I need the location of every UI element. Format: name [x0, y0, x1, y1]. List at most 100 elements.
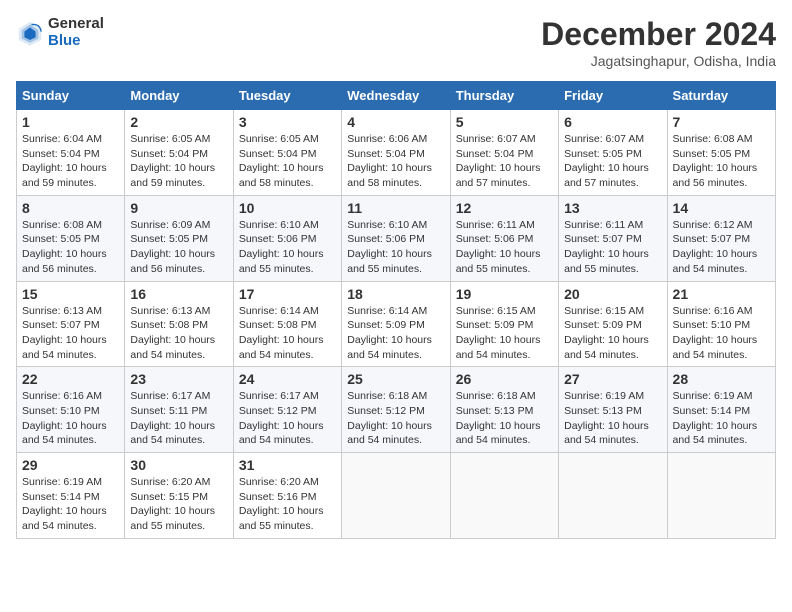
day-number: 18 — [347, 286, 444, 302]
day-info: Sunrise: 6:15 AMSunset: 5:09 PMDaylight:… — [456, 304, 553, 363]
day-number: 16 — [130, 286, 227, 302]
day-info: Sunrise: 6:09 AMSunset: 5:05 PMDaylight:… — [130, 218, 227, 277]
day-info: Sunrise: 6:17 AMSunset: 5:11 PMDaylight:… — [130, 389, 227, 448]
logo-general-text: General — [48, 16, 104, 33]
calendar-cell: 18 Sunrise: 6:14 AMSunset: 5:09 PMDayligh… — [342, 281, 450, 367]
calendar-cell: 28 Sunrise: 6:19 AMSunset: 5:14 PMDayligh… — [667, 367, 775, 453]
day-info: Sunrise: 6:13 AMSunset: 5:08 PMDaylight:… — [130, 304, 227, 363]
day-number: 9 — [130, 200, 227, 216]
day-info: Sunrise: 6:08 AMSunset: 5:05 PMDaylight:… — [22, 218, 119, 277]
day-info: Sunrise: 6:16 AMSunset: 5:10 PMDaylight:… — [22, 389, 119, 448]
day-number: 7 — [673, 114, 770, 130]
calendar-cell: 17Sunrise: 6:14 AMSunset: 5:08 PMDayligh… — [233, 281, 341, 367]
calendar-cell: 16 Sunrise: 6:13 AMSunset: 5:08 PMDayligh… — [125, 281, 233, 367]
calendar-cell: 27 Sunrise: 6:19 AMSunset: 5:13 PMDayligh… — [559, 367, 667, 453]
calendar-cell — [559, 453, 667, 539]
day-number: 14 — [673, 200, 770, 216]
day-info: Sunrise: 6:10 AMSunset: 5:06 PMDaylight:… — [347, 218, 444, 277]
day-number: 20 — [564, 286, 661, 302]
weekday-header-saturday: Saturday — [667, 82, 775, 110]
calendar-cell — [667, 453, 775, 539]
day-number: 1 — [22, 114, 119, 130]
day-info: Sunrise: 6:20 AMSunset: 5:16 PMDaylight:… — [239, 475, 336, 534]
day-number: 15 — [22, 286, 119, 302]
day-info: Sunrise: 6:08 AMSunset: 5:05 PMDaylight:… — [673, 132, 770, 191]
day-info: Sunrise: 6:18 AMSunset: 5:12 PMDaylight:… — [347, 389, 444, 448]
calendar-week-3: 15 Sunrise: 6:13 AMSunset: 5:07 PMDayligh… — [17, 281, 776, 367]
day-info: Sunrise: 6:04 AMSunset: 5:04 PMDaylight:… — [22, 132, 119, 191]
day-info: Sunrise: 6:19 AMSunset: 5:14 PMDaylight:… — [22, 475, 119, 534]
calendar-cell — [342, 453, 450, 539]
calendar-subtitle: Jagatsinghapur, Odisha, India — [541, 53, 776, 69]
day-number: 30 — [130, 457, 227, 473]
calendar-week-5: 29 Sunrise: 6:19 AMSunset: 5:14 PMDayligh… — [17, 453, 776, 539]
day-number: 13 — [564, 200, 661, 216]
calendar-week-2: 8 Sunrise: 6:08 AMSunset: 5:05 PMDaylight… — [17, 195, 776, 281]
calendar-cell: 15 Sunrise: 6:13 AMSunset: 5:07 PMDayligh… — [17, 281, 125, 367]
day-info: Sunrise: 6:05 AMSunset: 5:04 PMDaylight:… — [130, 132, 227, 191]
calendar-cell: 9 Sunrise: 6:09 AMSunset: 5:05 PMDaylight… — [125, 195, 233, 281]
calendar-cell: 6Sunrise: 6:07 AMSunset: 5:05 PMDaylight… — [559, 110, 667, 196]
calendar-cell: 22 Sunrise: 6:16 AMSunset: 5:10 PMDayligh… — [17, 367, 125, 453]
day-info: Sunrise: 6:13 AMSunset: 5:07 PMDaylight:… — [22, 304, 119, 363]
calendar-cell: 12 Sunrise: 6:11 AMSunset: 5:06 PMDayligh… — [450, 195, 558, 281]
day-info: Sunrise: 6:14 AMSunset: 5:09 PMDaylight:… — [347, 304, 444, 363]
day-number: 21 — [673, 286, 770, 302]
day-number: 4 — [347, 114, 444, 130]
day-number: 27 — [564, 371, 661, 387]
calendar-cell: 5Sunrise: 6:07 AMSunset: 5:04 PMDaylight… — [450, 110, 558, 196]
calendar-cell: 3Sunrise: 6:05 AMSunset: 5:04 PMDaylight… — [233, 110, 341, 196]
day-number: 23 — [130, 371, 227, 387]
day-number: 31 — [239, 457, 336, 473]
day-number: 17 — [239, 286, 336, 302]
day-info: Sunrise: 6:11 AMSunset: 5:06 PMDaylight:… — [456, 218, 553, 277]
day-number: 6 — [564, 114, 661, 130]
day-number: 26 — [456, 371, 553, 387]
day-number: 28 — [673, 371, 770, 387]
day-number: 19 — [456, 286, 553, 302]
weekday-header-friday: Friday — [559, 82, 667, 110]
day-number: 12 — [456, 200, 553, 216]
calendar-cell: 26Sunrise: 6:18 AMSunset: 5:13 PMDayligh… — [450, 367, 558, 453]
title-section: December 2024 Jagatsinghapur, Odisha, In… — [541, 16, 776, 69]
calendar-title: December 2024 — [541, 16, 776, 53]
calendar-cell: 7 Sunrise: 6:08 AMSunset: 5:05 PMDaylight… — [667, 110, 775, 196]
logo-blue-text: Blue — [48, 33, 104, 50]
day-info: Sunrise: 6:11 AMSunset: 5:07 PMDaylight:… — [564, 218, 661, 277]
day-number: 25 — [347, 371, 444, 387]
calendar-cell: 1 Sunrise: 6:04 AMSunset: 5:04 PMDaylight… — [17, 110, 125, 196]
day-info: Sunrise: 6:19 AMSunset: 5:13 PMDaylight:… — [564, 389, 661, 448]
day-number: 22 — [22, 371, 119, 387]
calendar-cell: 13 Sunrise: 6:11 AMSunset: 5:07 PMDayligh… — [559, 195, 667, 281]
day-info: Sunrise: 6:06 AMSunset: 5:04 PMDaylight:… — [347, 132, 444, 191]
day-info: Sunrise: 6:17 AMSunset: 5:12 PMDaylight:… — [239, 389, 336, 448]
calendar-cell: 24Sunrise: 6:17 AMSunset: 5:12 PMDayligh… — [233, 367, 341, 453]
weekday-header-sunday: Sunday — [17, 82, 125, 110]
weekday-header-tuesday: Tuesday — [233, 82, 341, 110]
calendar-week-1: 1 Sunrise: 6:04 AMSunset: 5:04 PMDaylight… — [17, 110, 776, 196]
calendar-cell: 31 Sunrise: 6:20 AMSunset: 5:16 PMDayligh… — [233, 453, 341, 539]
calendar-cell: 2 Sunrise: 6:05 AMSunset: 5:04 PMDaylight… — [125, 110, 233, 196]
day-number: 11 — [347, 200, 444, 216]
calendar-cell: 21Sunrise: 6:16 AMSunset: 5:10 PMDayligh… — [667, 281, 775, 367]
day-info: Sunrise: 6:20 AMSunset: 5:15 PMDaylight:… — [130, 475, 227, 534]
logo: General Blue — [16, 16, 104, 49]
page-header: General Blue December 2024 Jagatsinghapu… — [16, 16, 776, 69]
day-number: 3 — [239, 114, 336, 130]
weekday-header-thursday: Thursday — [450, 82, 558, 110]
calendar-cell: 8 Sunrise: 6:08 AMSunset: 5:05 PMDaylight… — [17, 195, 125, 281]
day-number: 29 — [22, 457, 119, 473]
calendar-cell: 14Sunrise: 6:12 AMSunset: 5:07 PMDayligh… — [667, 195, 775, 281]
day-info: Sunrise: 6:15 AMSunset: 5:09 PMDaylight:… — [564, 304, 661, 363]
day-info: Sunrise: 6:19 AMSunset: 5:14 PMDaylight:… — [673, 389, 770, 448]
calendar-week-4: 22 Sunrise: 6:16 AMSunset: 5:10 PMDayligh… — [17, 367, 776, 453]
weekday-header-wednesday: Wednesday — [342, 82, 450, 110]
day-number: 8 — [22, 200, 119, 216]
weekday-header-row: SundayMondayTuesdayWednesdayThursdayFrid… — [17, 82, 776, 110]
calendar-table: SundayMondayTuesdayWednesdayThursdayFrid… — [16, 81, 776, 539]
logo-text: General Blue — [48, 16, 104, 49]
calendar-cell: 4 Sunrise: 6:06 AMSunset: 5:04 PMDaylight… — [342, 110, 450, 196]
calendar-cell: 29 Sunrise: 6:19 AMSunset: 5:14 PMDayligh… — [17, 453, 125, 539]
day-number: 2 — [130, 114, 227, 130]
calendar-cell: 23 Sunrise: 6:17 AMSunset: 5:11 PMDayligh… — [125, 367, 233, 453]
